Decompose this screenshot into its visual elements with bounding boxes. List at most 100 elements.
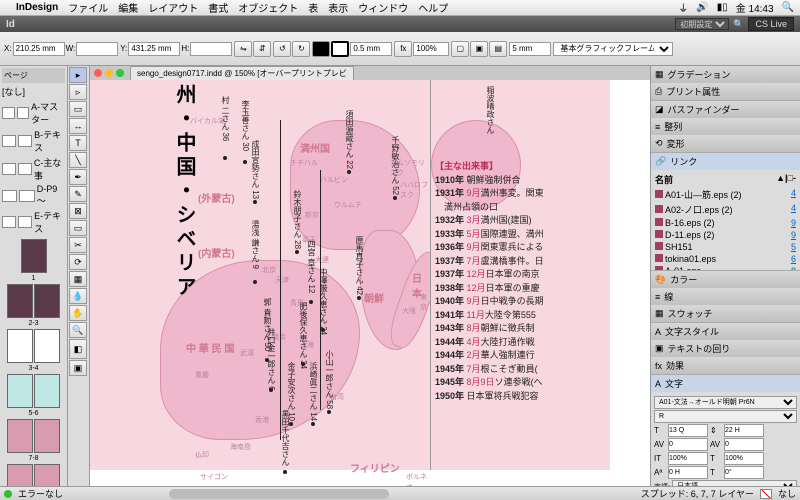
stroke-swatch[interactable]	[331, 41, 349, 57]
master-d[interactable]: D-P9～	[2, 184, 65, 207]
preflight-ok-icon[interactable]	[4, 490, 12, 498]
h-scrollbar[interactable]	[169, 489, 389, 499]
textwrap-tab[interactable]: テキストの回り	[668, 342, 731, 355]
hand-tool[interactable]: ✋	[69, 305, 87, 321]
wrap-around-icon[interactable]: ▣	[470, 41, 488, 57]
tracking-field[interactable]	[724, 438, 764, 451]
link-row[interactable]: D-11.eps (2)9	[655, 229, 796, 241]
zoom-tool[interactable]: 🔍	[69, 322, 87, 338]
stroke-weight[interactable]	[350, 42, 392, 56]
menu-type[interactable]: 書式	[208, 0, 228, 15]
battery-icon[interactable]: ▮▯	[717, 2, 728, 13]
w-field[interactable]	[76, 42, 118, 56]
print-attr-tab[interactable]: プリント属性	[666, 85, 720, 98]
app-name[interactable]: InDesign	[16, 2, 58, 13]
flip-v-icon[interactable]: ⇵	[253, 41, 271, 57]
h-field[interactable]	[190, 42, 232, 56]
align-tab[interactable]: 整列	[664, 120, 682, 133]
fx-tab[interactable]: 効果	[666, 359, 684, 372]
menu-help[interactable]: ヘルプ	[418, 0, 448, 15]
zoom-icon[interactable]	[116, 69, 124, 77]
menu-edit[interactable]: 編集	[118, 0, 138, 15]
volume-icon[interactable]: 🔊	[696, 2, 708, 13]
rect-frame-tool[interactable]: ⊠	[69, 203, 87, 219]
kerning-field[interactable]	[668, 438, 708, 451]
page-spread[interactable]	[2, 329, 65, 363]
document-tab[interactable]: sengo_design0717.indd @ 150% [オーバープリントプレ…	[130, 66, 354, 81]
pencil-tool[interactable]: ✎	[69, 186, 87, 202]
vscale-field[interactable]	[668, 452, 708, 465]
baseline-field[interactable]	[668, 466, 708, 479]
link-row[interactable]: tokina01.eps6	[655, 253, 796, 265]
search-icon[interactable]: 🔍	[733, 19, 744, 30]
x-field[interactable]	[13, 42, 65, 56]
links-panel-tab[interactable]: リンク	[670, 155, 697, 168]
gradient-panel-tab[interactable]: グラデーション	[668, 68, 731, 81]
gap-tool[interactable]: ↔	[69, 118, 87, 134]
corner-field[interactable]	[509, 42, 551, 56]
menu-layout[interactable]: レイアウト	[148, 0, 198, 15]
master-e[interactable]: E-テキス	[2, 209, 65, 235]
font-weight-select[interactable]: R	[654, 410, 797, 423]
swatch-tab[interactable]: スウォッチ	[668, 307, 713, 320]
character-panel-tab[interactable]: 文字	[665, 377, 683, 390]
master-none[interactable]: [なし]	[2, 85, 65, 98]
page-spread[interactable]	[2, 464, 65, 486]
wifi-icon[interactable]: ⏚	[678, 0, 688, 15]
document-canvas[interactable]: sengo_design0717.indd @ 150% [オーバープリントプレ…	[90, 66, 650, 486]
screen-mode-icon[interactable]: ▣	[69, 360, 87, 376]
direct-select-tool[interactable]: ▹	[69, 84, 87, 100]
left-page[interactable]: 州・中国・シベリア 満州国(外蒙古)(内蒙古)中 華 民 国朝鮮日本フィリピンバ…	[90, 80, 430, 470]
link-row[interactable]: SH1515	[655, 241, 796, 253]
menu-view[interactable]: 表示	[328, 0, 348, 15]
eyedropper-tool[interactable]: 💧	[69, 288, 87, 304]
page-spread[interactable]	[2, 239, 65, 273]
font-size-field[interactable]	[668, 424, 708, 437]
page-tool[interactable]: ▭	[69, 101, 87, 117]
close-icon[interactable]	[94, 69, 102, 77]
scissors-tool[interactable]: ✂	[69, 237, 87, 253]
menu-file[interactable]: ファイル	[68, 0, 108, 15]
flip-h-icon[interactable]: ⇋	[234, 41, 252, 57]
fill-stroke-icon[interactable]: ◧	[69, 339, 87, 359]
line-tool[interactable]: ╲	[69, 152, 87, 168]
opacity-field[interactable]	[413, 42, 449, 56]
clock[interactable]: 金 14:43	[736, 0, 774, 15]
rotate-cw-icon[interactable]: ↻	[292, 41, 310, 57]
cslive-button[interactable]: CS Live	[748, 17, 794, 31]
hscale-field[interactable]	[724, 452, 764, 465]
preflight-text[interactable]: エラーなし	[18, 487, 63, 500]
master-b[interactable]: B-テキス	[2, 128, 65, 154]
menu-window[interactable]: ウィンドウ	[358, 0, 408, 15]
link-row[interactable]: A02-ノ口.eps (2)4	[655, 202, 796, 217]
master-c[interactable]: C-主な事	[2, 156, 65, 182]
fx-icon[interactable]: fx	[394, 41, 412, 57]
selection-tool[interactable]: ▸	[69, 67, 87, 83]
right-page[interactable]: 稲波晴政さん 【主な出来事】 1910年 朝鮮強制併合1931年 9月満州事変。…	[430, 80, 610, 470]
workspace-preset[interactable]: 初期設定	[675, 18, 729, 30]
font-family-select[interactable]: A01-文法→オールド明朝 Pr6N	[654, 396, 797, 409]
page-spread[interactable]	[2, 419, 65, 453]
charstyle-tab[interactable]: 文字スタイル	[665, 325, 719, 338]
pen-tool[interactable]: ✒	[69, 169, 87, 185]
minimize-icon[interactable]	[105, 69, 113, 77]
master-a[interactable]: A-マスター	[2, 100, 65, 126]
leading-field[interactable]	[724, 424, 764, 437]
stroke-tab[interactable]: 線	[664, 290, 673, 303]
rotate-ccw-icon[interactable]: ↺	[273, 41, 291, 57]
fill-swatch[interactable]	[312, 41, 330, 57]
transform-tool[interactable]: ⟳	[69, 254, 87, 270]
link-row[interactable]: A01-山―筋.eps (2)4	[655, 187, 796, 202]
link-row[interactable]: B-16.eps (2)9	[655, 217, 796, 229]
nofill-icon[interactable]	[760, 489, 772, 499]
object-style-select[interactable]: 基本グラフィックフレーム	[553, 42, 673, 56]
y-field[interactable]	[128, 42, 180, 56]
color-tab[interactable]: カラー	[670, 273, 697, 286]
spotlight-icon[interactable]: 🔍	[782, 2, 794, 13]
menu-table[interactable]: 表	[308, 0, 318, 15]
transform-tab[interactable]: 変形	[667, 137, 685, 150]
wrap-jump-icon[interactable]: ▤	[489, 41, 507, 57]
type-tool[interactable]: T	[69, 135, 87, 151]
rect-tool[interactable]: ▭	[69, 220, 87, 236]
gradient-tool[interactable]: ▦	[69, 271, 87, 287]
